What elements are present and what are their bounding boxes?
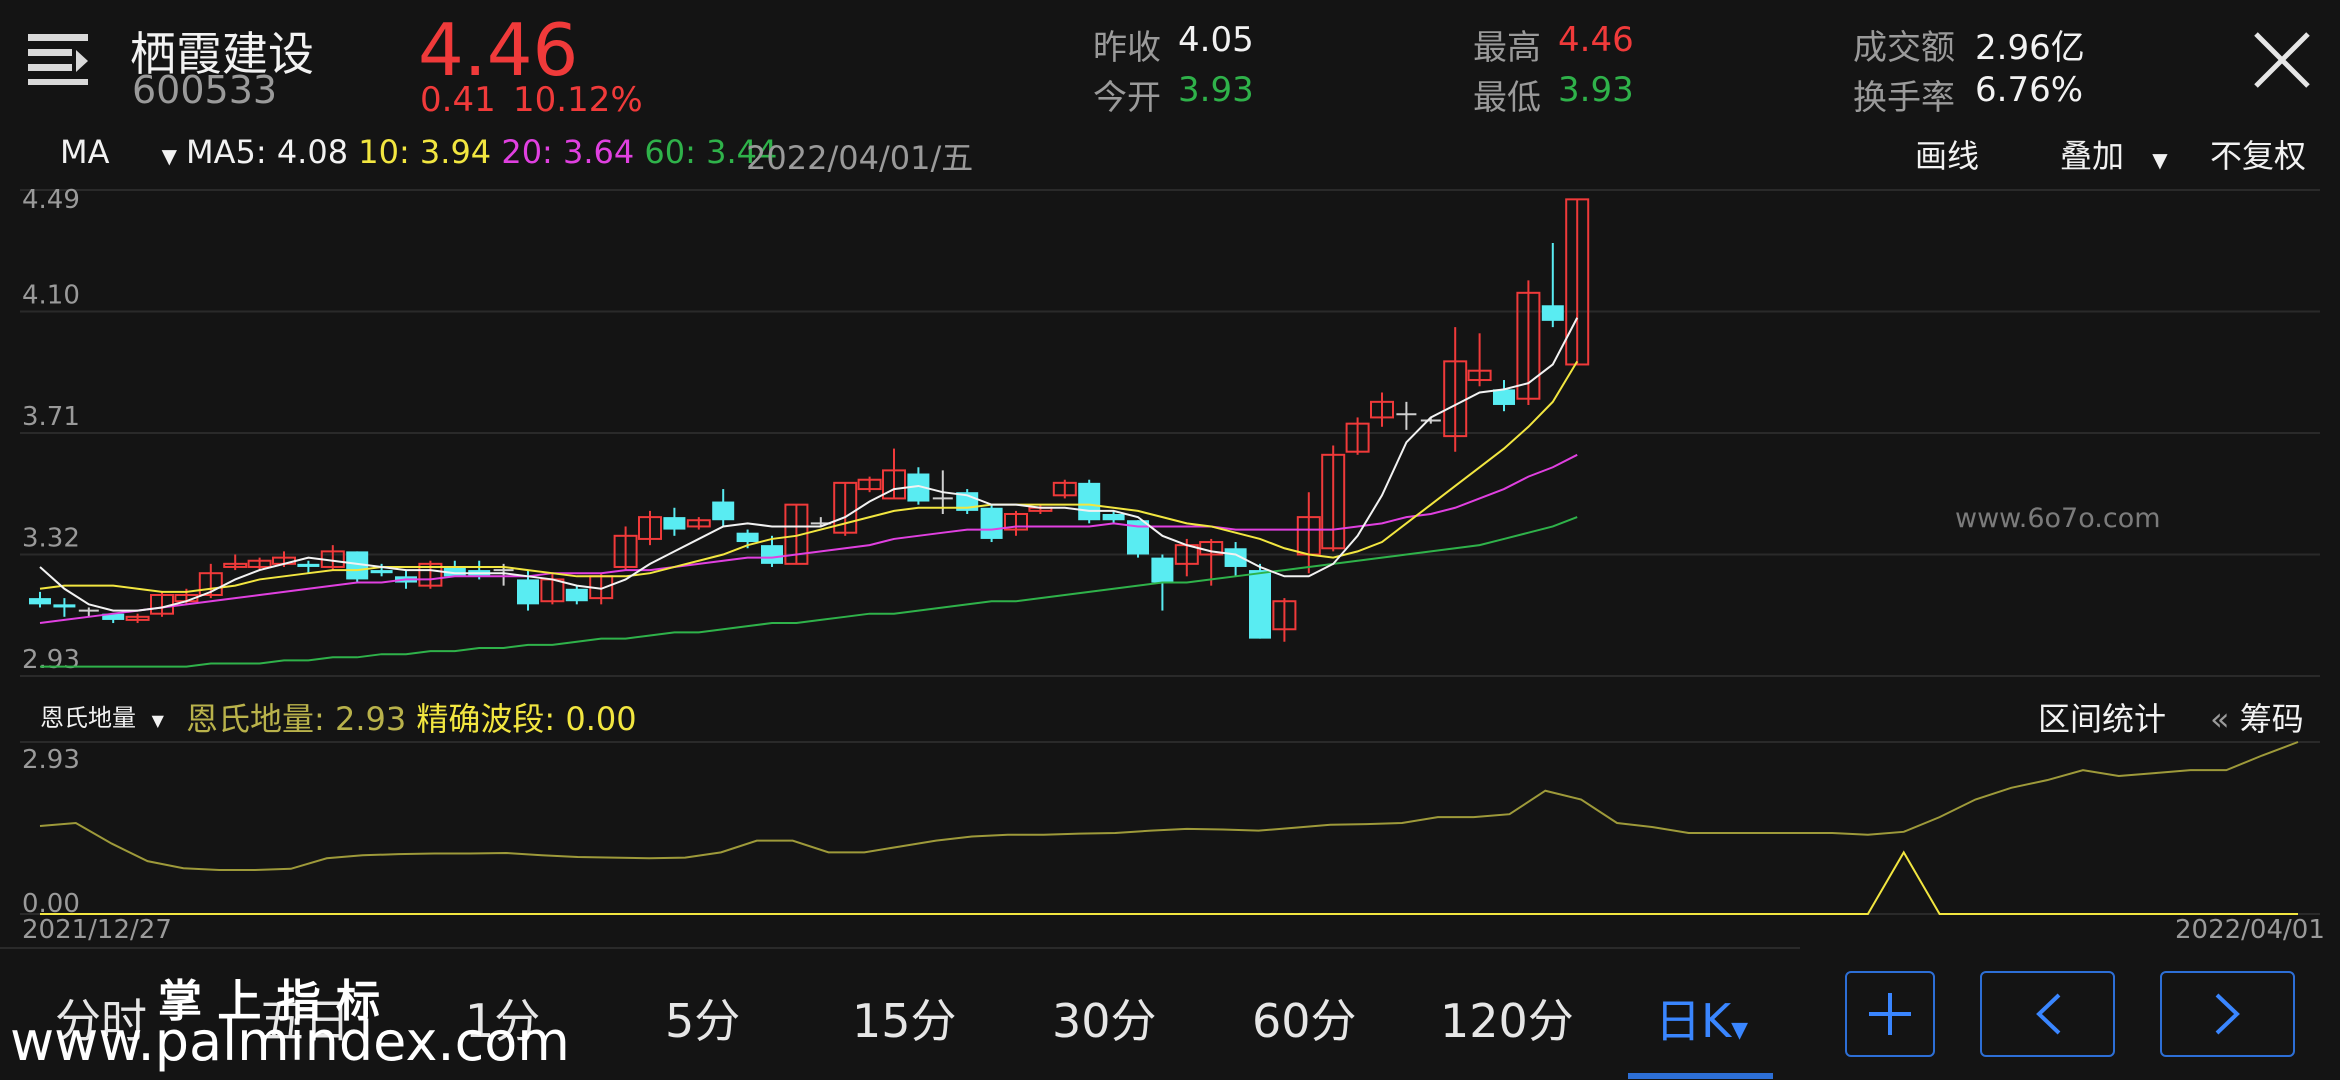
y-tick-label: 2.93 <box>22 645 80 675</box>
chevron-down-icon: ▼ <box>151 711 164 730</box>
candle-body <box>1078 482 1101 521</box>
amount-value: 2.96亿 <box>1975 28 2085 68</box>
watermark-url: www.palmindex.com <box>10 1010 570 1073</box>
ma60-line <box>40 516 1578 668</box>
candle-body <box>53 604 76 608</box>
ma10-value: 10: 3.94 <box>358 133 492 171</box>
ma-values: MA5: 4.08 10: 3.94 20: 3.64 60: 3.44 <box>186 133 777 171</box>
ma20-line <box>39 453 1578 625</box>
prev-close-value: 4.05 <box>1178 20 1254 60</box>
candle-body <box>1102 514 1125 521</box>
start-date: 2021/12/27 <box>22 915 172 945</box>
amount-label: 成交额 <box>1853 28 1955 68</box>
sub-indicator-label: 恩氏地量 <box>40 704 136 732</box>
chevron-down-icon: ▼ <box>2152 148 2168 172</box>
indicator-chart[interactable]: 2.930.00 <box>0 730 2340 930</box>
indicator-label: MA <box>60 133 110 171</box>
ma5-line <box>39 317 1579 612</box>
y-tick-label: 4.49 <box>22 185 80 215</box>
tab-60min[interactable]: 60分 <box>1252 985 1357 1051</box>
y-tick-label: 3.71 <box>22 402 80 432</box>
candle-body <box>761 545 783 564</box>
high-value: 4.46 <box>1558 20 1634 60</box>
candle-body <box>736 532 759 543</box>
chevron-down-icon: ▼ <box>161 144 178 168</box>
prev-button[interactable] <box>1980 971 2115 1057</box>
y-tick-label: 4.10 <box>22 281 80 311</box>
y-tick-label: 2.93 <box>22 745 80 775</box>
tab-daily-k-label: 日K <box>1655 994 1732 1048</box>
ma10-line <box>39 360 1579 593</box>
candle-body <box>712 501 735 521</box>
tab-15min[interactable]: 15分 <box>852 985 957 1051</box>
open-label: 今开 <box>1093 78 1161 118</box>
add-button[interactable] <box>1845 971 1935 1057</box>
low-value: 3.93 <box>1558 70 1634 110</box>
candle-body <box>1249 570 1271 639</box>
candle-body <box>1493 389 1515 405</box>
candle-body <box>980 507 1003 539</box>
candle-body <box>663 517 686 530</box>
series-line-1 <box>40 850 2298 915</box>
watermark-top: www.6o7o.com <box>1955 503 2161 534</box>
end-date: 2022/04/01 <box>2175 915 2325 945</box>
tab-5min[interactable]: 5分 <box>665 985 740 1051</box>
sub-indicator-selector[interactable]: 恩氏地量 ▼ <box>40 698 164 733</box>
plus-icon <box>1869 993 1911 1035</box>
ma20-value: 20: 3.64 <box>501 133 635 171</box>
candle-body <box>517 579 539 605</box>
close-icon[interactable] <box>2252 30 2312 90</box>
ma5-value: MA5: 4.08 <box>186 133 349 171</box>
indicator-selector[interactable]: MA ▼ <box>60 133 177 171</box>
candle-body <box>1541 305 1564 321</box>
next-button[interactable] <box>2160 971 2295 1057</box>
price-change: 0.41 <box>420 80 496 120</box>
open-value: 3.93 <box>1178 70 1254 110</box>
kline-chart[interactable]: 4.49 4.10 3.71 3.32 2.93 <box>0 170 2340 690</box>
candle-body <box>1151 557 1174 583</box>
tab-bar-divider <box>0 947 1800 949</box>
chevron-right-icon <box>2215 993 2240 1035</box>
series-line-0 <box>39 741 2299 871</box>
tab-30min[interactable]: 30分 <box>1052 985 1157 1051</box>
turnover-label: 换手率 <box>1853 78 1955 118</box>
candle-body <box>297 563 320 567</box>
active-tab-indicator <box>1628 1073 1773 1079</box>
low-label: 最低 <box>1473 78 1541 118</box>
tab-120min[interactable]: 120分 <box>1440 985 1574 1051</box>
stock-code: 600533 <box>132 68 278 112</box>
menu-icon[interactable] <box>26 30 92 86</box>
price-change-pct: 10.12% <box>513 80 643 120</box>
candle-body <box>565 588 588 602</box>
tab-daily-k[interactable]: 日K▼ <box>1655 985 1748 1051</box>
prev-close-label: 昨收 <box>1093 28 1161 68</box>
high-label: 最高 <box>1473 28 1541 68</box>
chevron-left-icon <box>2035 993 2060 1035</box>
y-tick-label: 3.32 <box>22 524 80 554</box>
turnover-value: 6.76% <box>1975 70 2084 110</box>
candle-body <box>370 570 393 574</box>
candle-body <box>29 598 51 605</box>
chevron-down-icon: ▼ <box>1731 1018 1749 1043</box>
